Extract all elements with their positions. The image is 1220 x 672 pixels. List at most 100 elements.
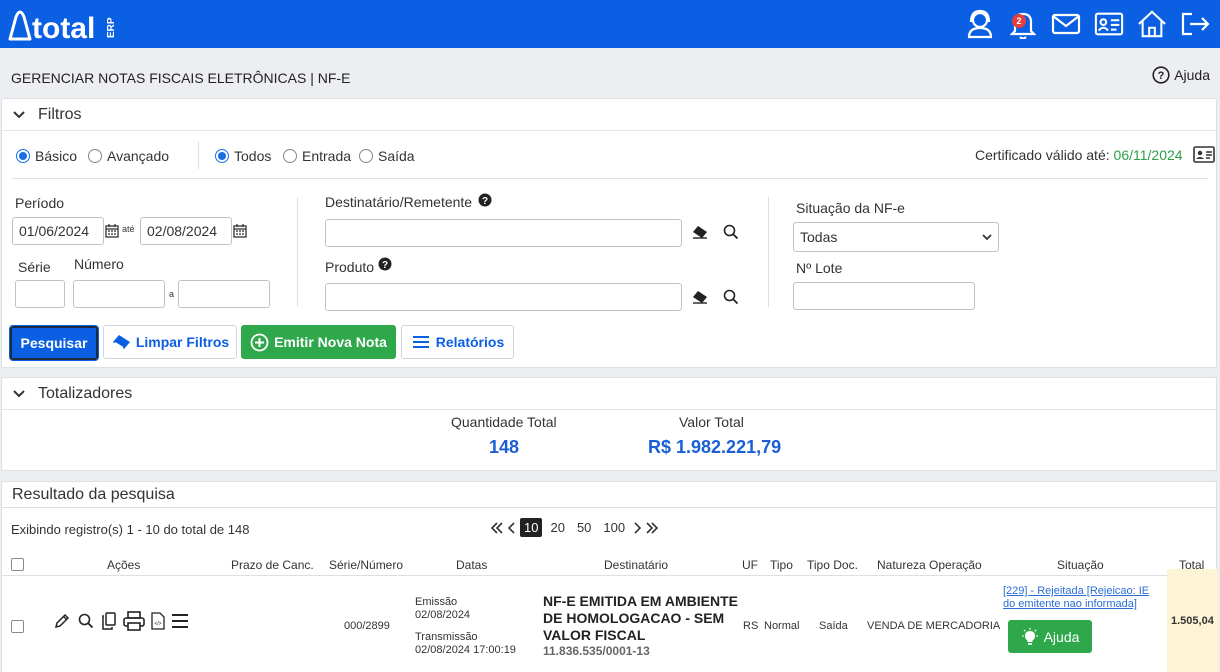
row-natureza: VENDA DE MERCADORIA [867, 620, 1001, 632]
search-icon[interactable] [723, 224, 739, 240]
period-start-input[interactable] [12, 217, 104, 245]
search-button[interactable]: Pesquisar [9, 325, 99, 361]
eraser-icon [112, 335, 130, 349]
home-icon[interactable] [1137, 6, 1167, 42]
clear-filters-label: Limpar Filtros [135, 334, 230, 350]
row-checkbox[interactable] [11, 620, 24, 633]
new-note-button[interactable]: Emitir Nova Nota [241, 325, 396, 359]
certificate-info: Certificado válido até: 06/11/2024 [975, 147, 1183, 163]
menu-icon[interactable] [171, 613, 189, 629]
totals-panel: Totalizadores Quantidade Total 148 Valor… [1, 377, 1217, 471]
produto-label-text: Produto [325, 259, 375, 275]
radio-circle [359, 149, 373, 163]
page-header: GERENCIAR NOTAS FISCAIS ELETRÔNICAS | NF… [0, 48, 1220, 98]
double-chevron-right-icon[interactable] [645, 521, 659, 535]
period-end-input[interactable] [140, 217, 232, 245]
xml-file-icon[interactable]: </> [151, 612, 165, 630]
situacao-select[interactable]: Todas [793, 222, 999, 252]
lote-label: Nº Lote [796, 260, 843, 276]
serie-input[interactable] [15, 280, 65, 308]
chevron-left-icon[interactable] [508, 521, 516, 535]
eraser-icon[interactable] [692, 290, 708, 304]
logo-suffix: ERP [106, 17, 117, 38]
radio-saida[interactable]: Saída [359, 148, 415, 164]
id-card-icon[interactable] [1094, 6, 1124, 42]
row-actions: </> [53, 611, 189, 631]
row-help-label: Ajuda [1043, 628, 1080, 645]
mail-icon[interactable] [1051, 6, 1081, 42]
chevron-down-icon [982, 234, 992, 241]
radio-label: Entrada [302, 148, 352, 164]
chevron-right-icon[interactable] [633, 521, 642, 535]
divider [297, 197, 298, 307]
id-card-icon[interactable] [1193, 146, 1215, 163]
radio-avancado[interactable]: Avançado [88, 148, 169, 164]
situacao-select-value: Todas [800, 229, 838, 245]
page-size-20[interactable]: 20 [546, 518, 568, 537]
calendar-icon[interactable] [233, 224, 247, 238]
select-all-checkbox[interactable] [11, 558, 24, 571]
app-logo[interactable]: total ERP [6, 5, 126, 43]
row-tipo-doc: Saída [819, 620, 848, 632]
svg-text:?: ? [1158, 70, 1165, 82]
row-help-button[interactable]: Ajuda [1008, 620, 1092, 653]
page-size-100[interactable]: 100 [599, 518, 629, 537]
lote-input[interactable] [793, 282, 975, 310]
row-emissao-label: Emissão [415, 596, 458, 608]
logout-icon[interactable] [1180, 6, 1210, 42]
filters-header[interactable]: Filtros [2, 99, 1216, 131]
results-title: Resultado da pesquisa [12, 486, 175, 503]
radio-todos[interactable]: Todos [215, 148, 271, 164]
search-icon[interactable] [723, 289, 739, 305]
dest-label: Destinatário/Remetente [325, 194, 472, 210]
numero-start-input[interactable] [73, 280, 165, 308]
page-size-10[interactable]: 10 [520, 518, 543, 537]
row-destinatario: NF-E EMITIDA EM AMBIENTE DE HOMOLOGACAO … [543, 593, 738, 643]
value-label: Valor Total [679, 414, 744, 430]
dest-input[interactable] [325, 219, 682, 247]
divider [2, 575, 1216, 576]
radio-circle [88, 149, 102, 163]
radio-entrada[interactable]: Entrada [283, 148, 351, 164]
pagination: 10 20 50 100 [490, 518, 659, 537]
notification-badge: 2 [1012, 14, 1026, 28]
top-bar: total ERP 2 [0, 0, 1220, 48]
radio-basico[interactable]: Básico [16, 148, 77, 164]
divider [768, 197, 769, 307]
clear-filters-button[interactable]: Limpar Filtros [103, 325, 237, 359]
row-documento: 11.836.535/0001-13 [543, 644, 650, 658]
produto-input[interactable] [325, 283, 682, 311]
divider [12, 178, 1208, 179]
help-link[interactable]: ? Ajuda [1152, 66, 1210, 84]
results-panel: Resultado da pesquisa Exibindo registro(… [1, 481, 1218, 672]
totals-header[interactable]: Totalizadores [2, 378, 1216, 410]
reports-button[interactable]: Relatórios [401, 325, 514, 359]
col-tipo: Tipo [770, 558, 793, 572]
col-natureza: Natureza Operação [877, 558, 982, 572]
copy-icon[interactable] [101, 612, 117, 630]
bell-icon[interactable]: 2 [1008, 6, 1038, 42]
search-icon[interactable] [77, 612, 95, 630]
page-title: GERENCIAR NOTAS FISCAIS ELETRÔNICAS | NF… [11, 70, 351, 86]
row-total: 1.505,04 [1171, 615, 1214, 627]
calendar-icon[interactable] [105, 224, 119, 238]
eraser-icon[interactable] [692, 225, 708, 239]
radio-label: Básico [35, 148, 78, 164]
col-datas: Datas [456, 558, 488, 572]
question-circle-icon[interactable]: ? [378, 257, 392, 271]
svg-text:?: ? [382, 260, 388, 271]
row-serie-numero: 000/2899 [344, 620, 390, 632]
printer-icon[interactable] [123, 611, 145, 631]
numero-end-input[interactable] [178, 280, 270, 308]
row-situacao-link[interactable]: [229] - Rejeitada [Rejeicao: IE do emite… [1003, 585, 1163, 611]
results-info: Exibindo registro(s) 1 - 10 do total de … [11, 522, 250, 537]
page-size-50[interactable]: 50 [573, 518, 595, 537]
radio-circle [283, 149, 297, 163]
pencil-icon[interactable] [53, 612, 71, 630]
svg-text:?: ? [482, 196, 488, 207]
support-agent-icon[interactable] [965, 6, 995, 42]
qty-value: 148 [489, 437, 520, 457]
question-circle-icon[interactable]: ? [478, 193, 492, 207]
numero-separator: a [169, 289, 175, 299]
double-chevron-left-icon[interactable] [490, 521, 504, 535]
